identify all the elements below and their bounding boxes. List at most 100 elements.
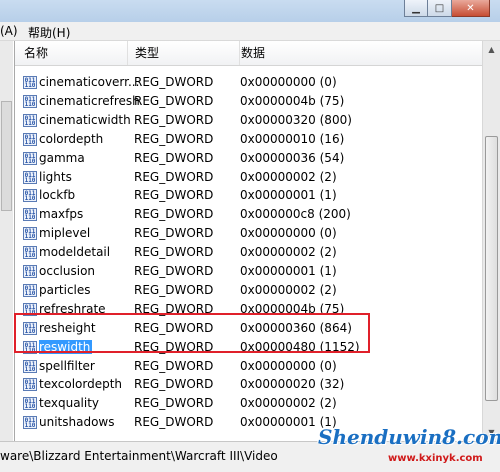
table-row[interactable]: 011 110 lockfb REG_DWORD 0x00000001 (1) bbox=[15, 186, 482, 205]
reg-dword-value-icon: 011 110 bbox=[23, 283, 37, 297]
scroll-thumb[interactable] bbox=[485, 136, 498, 401]
value-data: 0x00000002 (2) bbox=[240, 169, 337, 184]
reg-dword-value-icon: 011 110 bbox=[23, 151, 37, 165]
scroll-down-arrow-icon[interactable]: ▼ bbox=[483, 424, 500, 441]
table-row[interactable]: 011 110 particles REG_DWORD 0x00000002 (2) bbox=[15, 281, 482, 300]
value-data: 0x00000000 (0) bbox=[240, 226, 337, 241]
value-type: REG_DWORD bbox=[134, 377, 214, 392]
value-name: colordepth bbox=[39, 130, 141, 149]
reg-dword-value-icon: 011 110 bbox=[23, 113, 37, 127]
reg-dword-value-icon: 011 110 bbox=[23, 416, 37, 430]
values-list: 名称 类型 数据 011 110 cinematicoverr... REG_DWOR… bbox=[15, 41, 482, 441]
status-bar: ware\Blizzard Entertainment\Warcraft III… bbox=[0, 441, 500, 472]
table-row[interactable]: 011 110 cinematicwidth REG_DWORD 0x00000320 … bbox=[15, 111, 482, 130]
value-name: lights bbox=[39, 168, 141, 187]
table-row[interactable]: 011 110 texcolordepth REG_DWORD 0x00000020 (… bbox=[15, 375, 482, 394]
table-row[interactable]: 011 110 gamma REG_DWORD 0x00000036 (54) bbox=[15, 149, 482, 168]
value-name: cinematicoverr... bbox=[39, 73, 141, 92]
menu-favorites[interactable]: (A) bbox=[0, 24, 18, 38]
tree-scrollbar[interactable] bbox=[0, 41, 13, 441]
value-name: lockfb bbox=[39, 186, 141, 205]
value-name: texcolordepth bbox=[39, 375, 141, 394]
menu-help[interactable]: 帮助(H) bbox=[28, 24, 70, 41]
reg-dword-value-icon: 011 110 bbox=[23, 132, 37, 146]
value-name-label: colordepth bbox=[39, 131, 104, 146]
close-icon: ✕ bbox=[466, 2, 475, 14]
table-row[interactable]: 011 110 cinematicrefresh REG_DWORD 0x0000004… bbox=[15, 92, 482, 111]
table-row[interactable]: 011 110 maxfps REG_DWORD 0x000000c8 (200) bbox=[15, 205, 482, 224]
table-row[interactable]: 011 110 occlusion REG_DWORD 0x00000001 (1) bbox=[15, 262, 482, 281]
table-row[interactable]: 011 110 colordepth REG_DWORD 0x00000010 (16) bbox=[15, 130, 482, 149]
minimize-icon: ▁ bbox=[412, 2, 420, 14]
value-name-label: cinematicrefresh bbox=[39, 93, 140, 108]
reg-dword-value-icon: 011 110 bbox=[23, 227, 37, 241]
scroll-up-arrow-icon[interactable]: ▲ bbox=[483, 41, 500, 58]
reg-dword-value-icon: 011 110 bbox=[23, 189, 37, 203]
value-type: REG_DWORD bbox=[134, 188, 214, 203]
reg-dword-value-icon: 011 110 bbox=[23, 76, 37, 89]
value-data: 0x00000001 (1) bbox=[240, 415, 337, 430]
table-row[interactable]: 011 110 modeldetail REG_DWORD 0x00000002 (2) bbox=[15, 243, 482, 262]
value-name: occlusion bbox=[39, 262, 141, 281]
value-data: 0x00000000 (0) bbox=[240, 358, 337, 373]
value-name-label: modeldetail bbox=[39, 245, 111, 260]
table-row[interactable]: 011 110 lights REG_DWORD 0x00000002 (2) bbox=[15, 168, 482, 187]
value-data: 0x00000001 (1) bbox=[240, 188, 337, 203]
column-header-data[interactable]: 数据 bbox=[232, 41, 482, 65]
value-type: REG_DWORD bbox=[134, 131, 214, 146]
maximize-icon: □ bbox=[434, 2, 445, 14]
reg-dword-value-icon: 011 110 bbox=[23, 378, 37, 392]
table-row[interactable]: 011 110 texquality REG_DWORD 0x00000002 (2) bbox=[15, 394, 482, 413]
value-name: cinematicrefresh bbox=[39, 92, 141, 111]
reg-dword-value-icon: 011 110 bbox=[23, 359, 37, 373]
title-bar: ▁ □ ✕ bbox=[0, 0, 500, 22]
value-data: 0x00000002 (2) bbox=[240, 396, 337, 411]
value-name-label: maxfps bbox=[39, 207, 84, 222]
column-header-type[interactable]: 类型 bbox=[126, 41, 240, 65]
maximize-button[interactable]: □ bbox=[428, 0, 452, 17]
table-row[interactable]: 011 110 miplevel REG_DWORD 0x00000000 (0) bbox=[15, 224, 482, 243]
value-type: REG_DWORD bbox=[134, 93, 214, 108]
tree-scroll-thumb[interactable] bbox=[1, 101, 12, 211]
value-data: 0x00000002 (2) bbox=[240, 282, 337, 297]
value-name: texquality bbox=[39, 394, 141, 413]
value-type: REG_DWORD bbox=[134, 75, 214, 89]
value-data: 0x00000036 (54) bbox=[240, 150, 345, 165]
value-data: 0x00000001 (1) bbox=[240, 264, 337, 278]
minimize-button[interactable]: ▁ bbox=[404, 0, 428, 17]
key-tree-pane bbox=[0, 41, 15, 441]
value-name-label: cinematicoverr... bbox=[39, 75, 140, 89]
table-row[interactable]: 011 110 spellfilter REG_DWORD 0x00000000 (0) bbox=[15, 357, 482, 376]
value-name: cinematicwidth bbox=[39, 111, 141, 130]
highlight-box bbox=[14, 313, 370, 353]
reg-dword-value-icon: 011 110 bbox=[23, 265, 37, 278]
value-type: REG_DWORD bbox=[134, 226, 214, 241]
value-name: modeldetail bbox=[39, 243, 141, 262]
reg-dword-value-icon: 011 110 bbox=[23, 94, 37, 108]
close-button[interactable]: ✕ bbox=[452, 0, 490, 17]
value-name: miplevel bbox=[39, 224, 141, 243]
value-data: 0x00000020 (32) bbox=[240, 377, 345, 392]
column-header-name[interactable]: 名称 bbox=[15, 41, 128, 65]
value-type: REG_DWORD bbox=[134, 264, 214, 278]
value-data: 0x000000c8 (200) bbox=[240, 207, 351, 222]
value-type: REG_DWORD bbox=[134, 169, 214, 184]
value-type: REG_DWORD bbox=[134, 207, 214, 222]
window-controls: ▁ □ ✕ bbox=[404, 0, 490, 17]
value-name-label: occlusion bbox=[39, 264, 96, 278]
value-name-label: lights bbox=[39, 169, 72, 184]
value-name: unitshadows bbox=[39, 413, 141, 432]
value-type: REG_DWORD bbox=[134, 150, 214, 165]
list-header: 名称 类型 数据 bbox=[15, 41, 482, 66]
table-row[interactable]: 011 110 unitshadows REG_DWORD 0x00000001 (1) bbox=[15, 413, 482, 432]
table-row[interactable]: 011 110 cinematicoverr... REG_DWORD 0x000000… bbox=[15, 73, 482, 92]
value-name-label: lockfb bbox=[39, 188, 76, 203]
value-type: REG_DWORD bbox=[134, 396, 214, 411]
value-name: spellfilter bbox=[39, 357, 141, 376]
value-type: REG_DWORD bbox=[134, 358, 214, 373]
vertical-scrollbar[interactable]: ▲ ▼ bbox=[482, 41, 500, 441]
registry-path: ware\Blizzard Entertainment\Warcraft III… bbox=[0, 449, 278, 463]
value-name-label: cinematicwidth bbox=[39, 112, 131, 127]
value-name: particles bbox=[39, 281, 141, 300]
value-name: gamma bbox=[39, 149, 141, 168]
